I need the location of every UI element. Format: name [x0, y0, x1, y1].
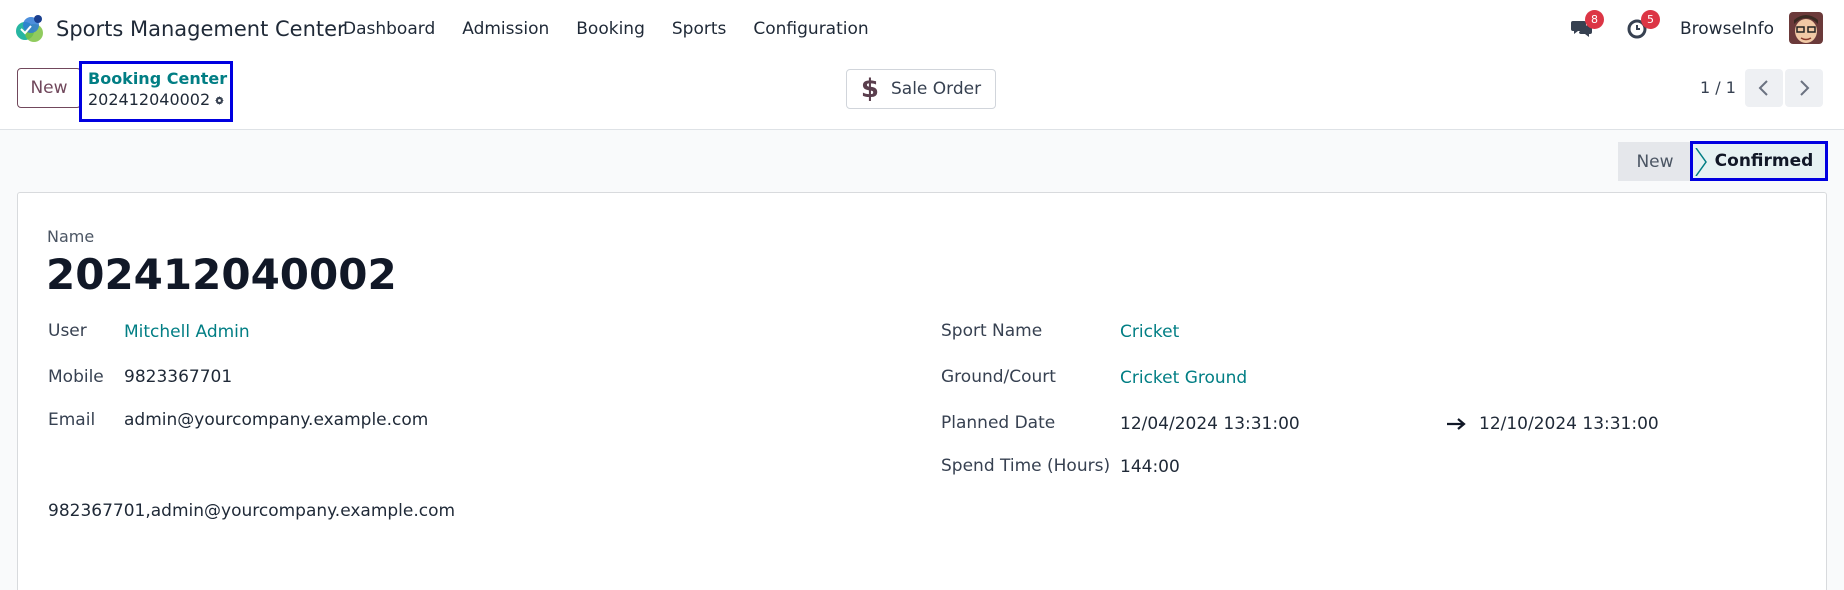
- name-field[interactable]: 202412040002: [46, 250, 397, 299]
- pager-previous-button[interactable]: [1745, 69, 1783, 107]
- sport-name-field[interactable]: Cricket: [1120, 322, 1179, 342]
- pager-value[interactable]: 1 / 1: [1700, 78, 1736, 97]
- breadcrumb-current: 202412040002: [88, 89, 224, 111]
- email-label: Email: [48, 410, 96, 430]
- status-stage-confirmed-label: Confirmed: [1714, 151, 1814, 171]
- planned-end-field[interactable]: 12/10/2024 13:31:00: [1479, 414, 1659, 434]
- mobile-label: Mobile: [48, 367, 104, 387]
- activities-button[interactable]: 5: [1626, 10, 1660, 42]
- activities-count-badge: 5: [1641, 10, 1660, 29]
- menu-item-sports[interactable]: Sports: [672, 19, 727, 39]
- planned-date-label: Planned Date: [941, 413, 1056, 433]
- status-stage-new[interactable]: New: [1618, 142, 1692, 181]
- sport-name-label: Sport Name: [941, 321, 1043, 341]
- email-field[interactable]: admin@yourcompany.example.com: [124, 410, 428, 430]
- breadcrumb-parent-link[interactable]: Booking Center: [88, 69, 227, 89]
- status-stage-confirmed[interactable]: Confirmed: [1690, 141, 1828, 181]
- new-button[interactable]: New: [17, 68, 81, 108]
- messages-count-badge: 8: [1585, 10, 1604, 29]
- menu-item-booking[interactable]: Booking: [576, 19, 645, 39]
- gear-icon[interactable]: [215, 93, 224, 108]
- contact-line: 982367701,admin@yourcompany.example.com: [48, 501, 456, 521]
- sale-order-label: Sale Order: [890, 79, 982, 99]
- user-label: User: [48, 321, 87, 341]
- avatar-icon: [1789, 12, 1823, 44]
- menu-item-dashboard[interactable]: Dashboard: [343, 19, 435, 39]
- company-switcher[interactable]: BrowseInfo: [1680, 19, 1774, 39]
- spend-time-field[interactable]: 144:00: [1120, 457, 1180, 477]
- breadcrumb-current-label: 202412040002: [88, 90, 211, 109]
- pager-next-button[interactable]: [1785, 69, 1823, 107]
- messages-button[interactable]: 8: [1570, 10, 1604, 42]
- ground-court-field[interactable]: Cricket Ground: [1120, 368, 1247, 388]
- arrow-right-icon: [1447, 418, 1466, 430]
- stage-arrow-icon: [1695, 148, 1707, 176]
- planned-start-field[interactable]: 12/04/2024 13:31:00: [1120, 414, 1300, 434]
- name-label: Name: [47, 227, 95, 246]
- user-field[interactable]: Mitchell Admin: [124, 322, 250, 342]
- breadcrumb: Booking Center 202412040002: [79, 61, 233, 122]
- spend-time-label: Spend Time (Hours): [941, 456, 1111, 476]
- user-avatar[interactable]: [1789, 12, 1823, 44]
- mobile-field[interactable]: 9823367701: [124, 367, 232, 387]
- main-menu: Dashboard Admission Booking Sports Confi…: [343, 19, 896, 39]
- sale-order-smart-button[interactable]: $ Sale Order: [846, 69, 996, 109]
- menu-item-configuration[interactable]: Configuration: [753, 19, 868, 39]
- chevron-left-icon: [1758, 80, 1768, 96]
- dollar-icon: $: [860, 74, 879, 104]
- top-navbar: Sports Management Center Dashboard Admis…: [0, 0, 1844, 58]
- app-name[interactable]: Sports Management Center: [56, 17, 346, 41]
- ground-court-label: Ground/Court: [941, 367, 1056, 387]
- app-logo-icon[interactable]: [15, 14, 45, 44]
- menu-item-admission[interactable]: Admission: [462, 19, 549, 39]
- chevron-right-icon: [1800, 80, 1810, 96]
- control-panel: New Booking Center 202412040002 $ Sale O…: [0, 58, 1844, 130]
